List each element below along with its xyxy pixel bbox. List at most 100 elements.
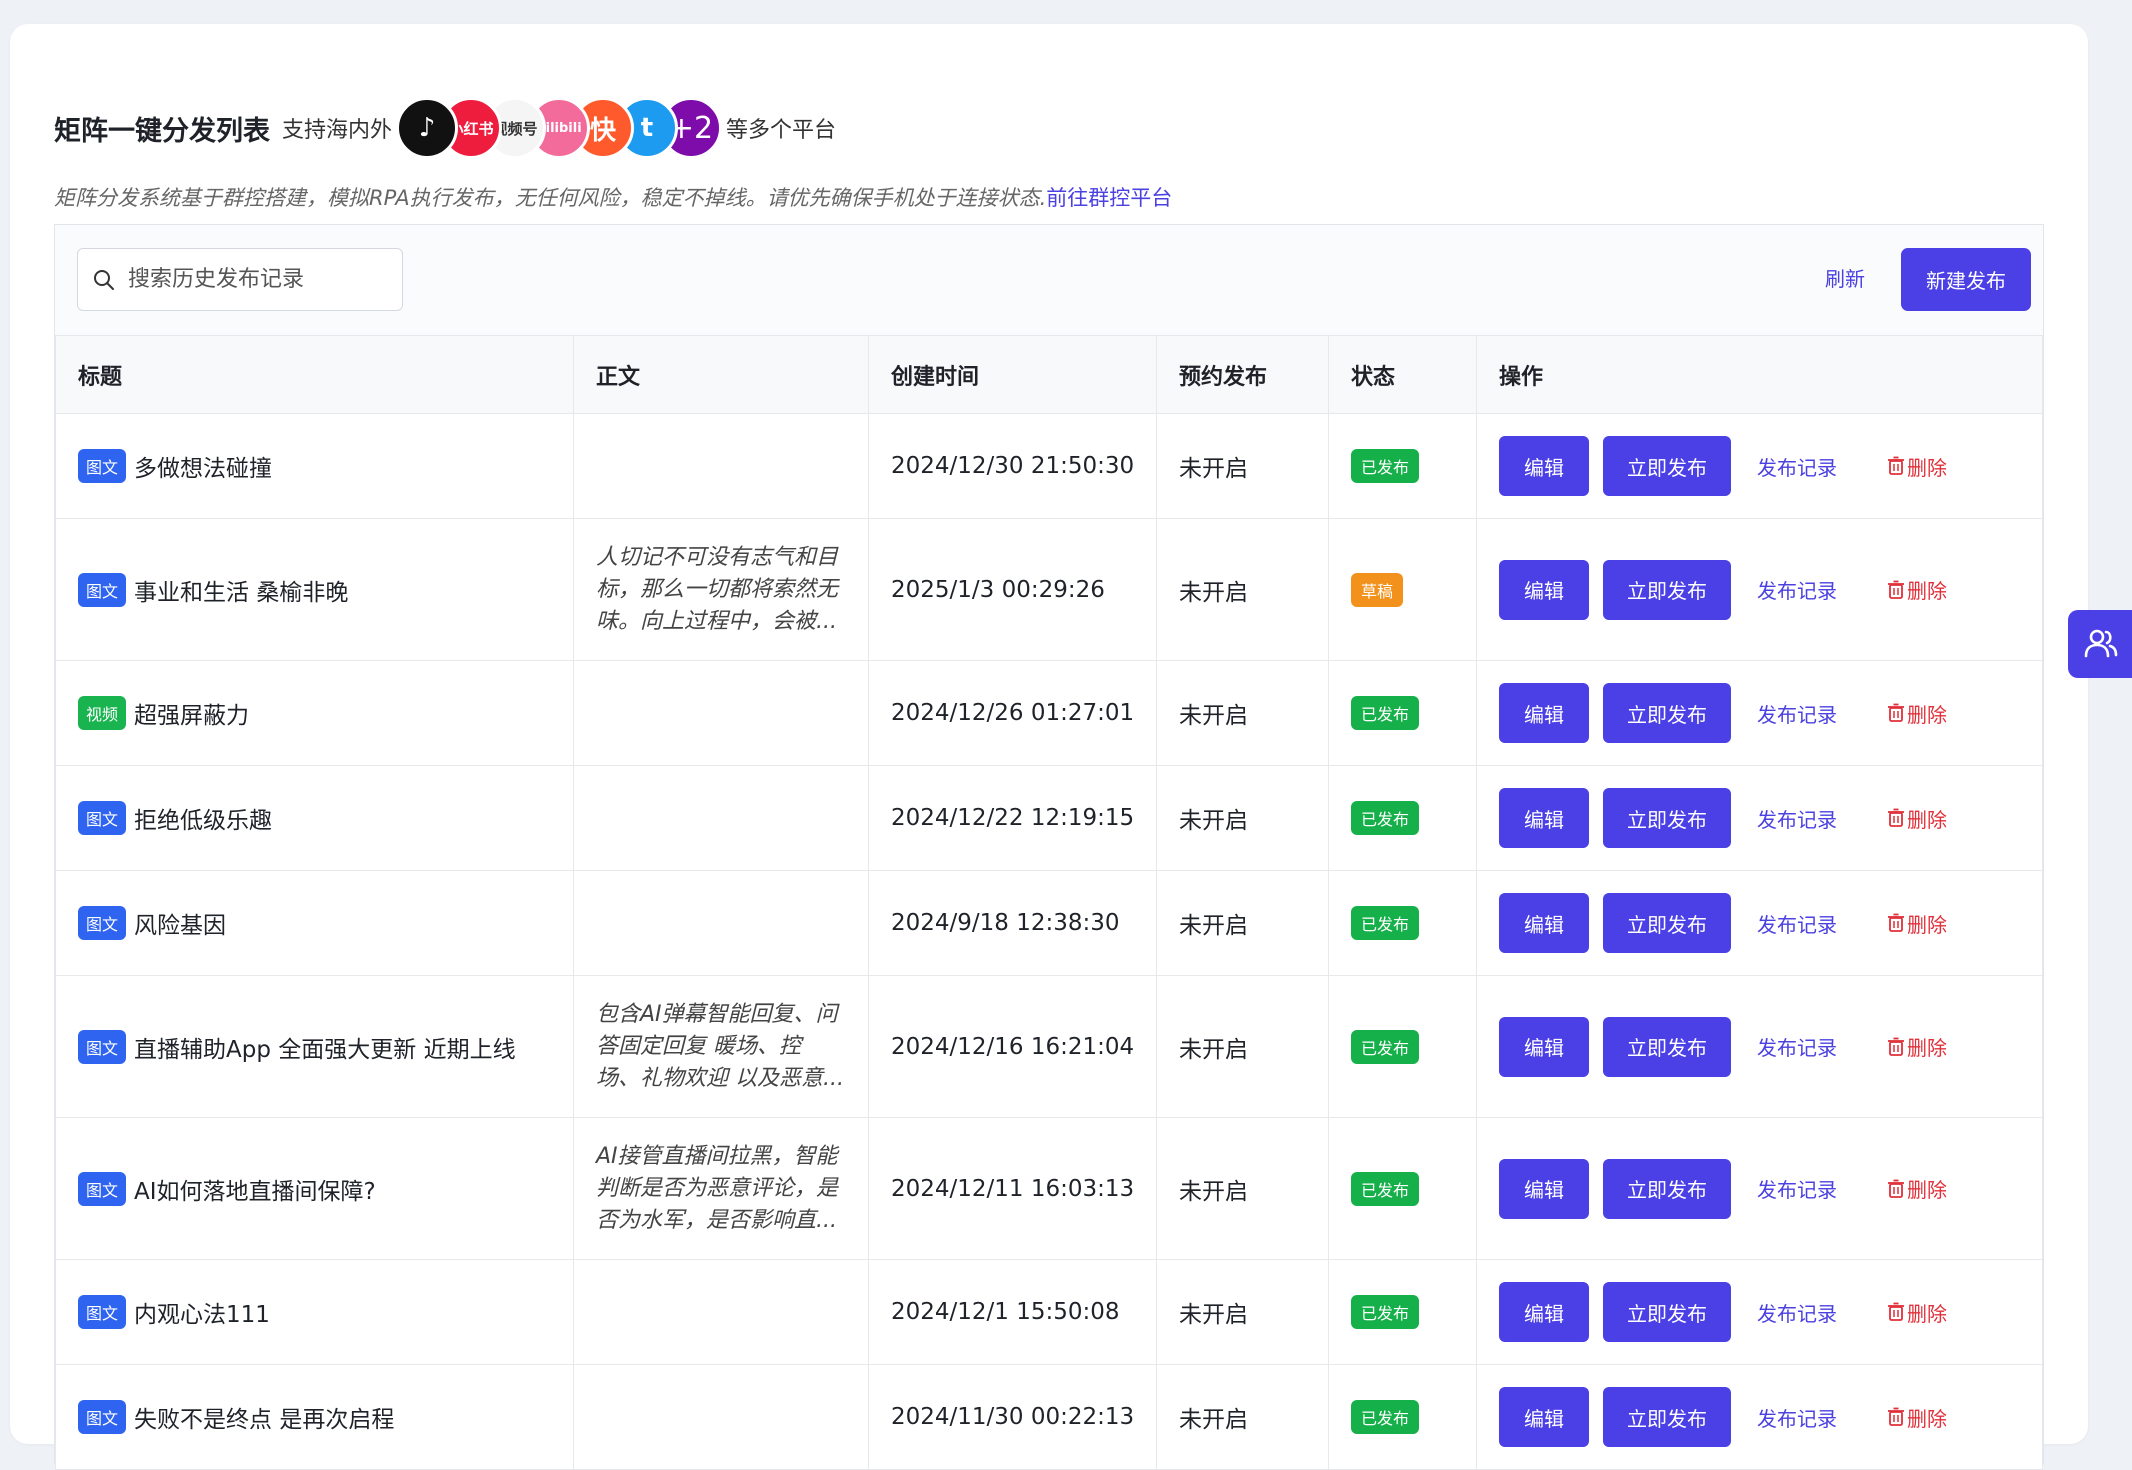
platform-label: 快 xyxy=(590,115,617,146)
title-cell: 图文 AI如何落地直播间保障? xyxy=(55,1117,574,1260)
actions-cell: 编辑 立即发布 发布记录 删除 xyxy=(1476,1117,2043,1260)
body-cell: 包含AI弹幕智能回复、问 答固定回复 暖场、控 场、礼物欢迎 以及恶意... xyxy=(573,975,869,1118)
publish-records-link[interactable]: 发布记录 xyxy=(1757,1403,1837,1432)
table-row: 图文 事业和生活 桑榆非晚 人切记不可没有志气和目 标，那么一切都将索然无 味。向上… xyxy=(55,518,2043,661)
column-header: 预约发布 xyxy=(1156,335,1329,414)
delete-link[interactable]: 删除 xyxy=(1887,1174,1947,1203)
publish-now-button[interactable]: 立即发布 xyxy=(1603,1158,1731,1219)
delete-label: 删除 xyxy=(1907,455,1947,480)
column-header: 标题 xyxy=(55,335,574,414)
edit-button[interactable]: 编辑 xyxy=(1499,436,1589,496)
delete-link[interactable]: 删除 xyxy=(1887,909,1947,938)
edit-button[interactable]: 编辑 xyxy=(1499,683,1589,743)
edit-button[interactable]: 编辑 xyxy=(1499,1282,1589,1342)
platform-icons: ♪ 小红书 视频号 bilibili 快 t +2 xyxy=(396,97,723,159)
title-cell: 图文 多做想法碰撞 xyxy=(55,413,574,519)
search-box[interactable] xyxy=(77,248,403,311)
content-type-badge: 图文 xyxy=(78,801,127,835)
edit-button[interactable]: 编辑 xyxy=(1499,788,1589,848)
body-cell xyxy=(573,1259,869,1365)
main-card: 矩阵一键分发列表 支持海内外 ♪ 小红书 视频号 bilibili 快 t +2 等多个平台… xyxy=(10,24,2088,1470)
row-actions: 编辑 立即发布 发布记录 删除 xyxy=(1499,788,2042,848)
publish-records-link[interactable]: 发布记录 xyxy=(1757,1298,1837,1327)
header-row: 矩阵一键分发列表 支持海内外 ♪ 小红书 视频号 bilibili 快 t +2 等多个平台 xyxy=(54,96,836,160)
row-actions: 编辑 立即发布 发布记录 删除 xyxy=(1499,1016,2042,1077)
status-badge: 草稿 xyxy=(1351,572,1404,607)
schedule-status: 未开启 xyxy=(1156,518,1329,661)
table-header-row: 标题 正文 创建时间 预约发布 状态 操作 xyxy=(55,335,2043,414)
status-cell: 已发布 xyxy=(1328,1259,1477,1365)
delete-link[interactable]: 删除 xyxy=(1887,1403,1947,1432)
publish-records-link[interactable]: 发布记录 xyxy=(1757,575,1837,604)
created-time: 2024/12/1 15:50:08 xyxy=(868,1259,1157,1365)
schedule-status: 未开启 xyxy=(1156,975,1329,1118)
delete-link[interactable]: 删除 xyxy=(1887,1032,1947,1061)
group-contacts-float-button[interactable] xyxy=(2068,610,2132,678)
platform-douyin-icon: ♪ xyxy=(396,97,459,159)
publish-now-button[interactable]: 立即发布 xyxy=(1603,788,1731,848)
title-cell: 图文 内观心法111 xyxy=(55,1259,574,1365)
schedule-status: 未开启 xyxy=(1156,660,1329,766)
search-input[interactable] xyxy=(128,267,378,292)
row-title: 直播辅助App 全面强大更新 近期上线 xyxy=(134,1036,516,1063)
notice: 矩阵分发系统基于群控搭建，模拟RPA执行发布，无任何风险，稳定不掉线。请优先确保… xyxy=(54,182,1172,212)
status-badge: 已发布 xyxy=(1351,696,1420,730)
content-type-badge: 图文 xyxy=(78,1171,127,1206)
delete-label: 删除 xyxy=(1907,702,1947,727)
publish-now-button[interactable]: 立即发布 xyxy=(1603,683,1731,743)
trash-icon xyxy=(1888,1179,1904,1198)
edit-button[interactable]: 编辑 xyxy=(1499,893,1589,953)
publish-now-button[interactable]: 立即发布 xyxy=(1603,1016,1731,1077)
delete-link[interactable]: 删除 xyxy=(1887,575,1947,604)
column-header: 操作 xyxy=(1476,335,2043,414)
publish-records-link[interactable]: 发布记录 xyxy=(1757,699,1837,728)
status-badge: 已发布 xyxy=(1351,801,1420,835)
title-cell: 图文 风险基因 xyxy=(55,870,574,976)
edit-button[interactable]: 编辑 xyxy=(1499,1158,1589,1219)
publish-now-button[interactable]: 立即发布 xyxy=(1603,559,1731,620)
publish-records-link[interactable]: 发布记录 xyxy=(1757,804,1837,833)
row-actions: 编辑 立即发布 发布记录 删除 xyxy=(1499,436,2042,496)
delete-link[interactable]: 删除 xyxy=(1887,1298,1947,1327)
edit-button[interactable]: 编辑 xyxy=(1499,559,1589,620)
delete-link[interactable]: 删除 xyxy=(1887,452,1947,481)
edit-button[interactable]: 编辑 xyxy=(1499,1387,1589,1447)
trash-icon xyxy=(1888,1037,1904,1056)
content-type-badge: 图文 xyxy=(78,572,127,607)
edit-button[interactable]: 编辑 xyxy=(1499,1016,1589,1077)
delete-link[interactable]: 删除 xyxy=(1887,804,1947,833)
status-badge: 已发布 xyxy=(1351,1029,1420,1064)
publish-now-button[interactable]: 立即发布 xyxy=(1603,436,1731,496)
body-cell xyxy=(573,870,869,976)
publish-now-button[interactable]: 立即发布 xyxy=(1603,1387,1731,1447)
platform-label: t xyxy=(640,113,654,143)
publish-records-link[interactable]: 发布记录 xyxy=(1757,909,1837,938)
delete-label: 删除 xyxy=(1907,1406,1947,1431)
row-title: 失败不是终点 是再次启程 xyxy=(134,1407,395,1433)
delete-link[interactable]: 删除 xyxy=(1887,699,1947,728)
users-icon xyxy=(2084,629,2118,658)
created-time: 2024/12/16 16:21:04 xyxy=(868,975,1157,1118)
actions-cell: 编辑 立即发布 发布记录 删除 xyxy=(1476,870,2043,976)
schedule-status: 未开启 xyxy=(1156,413,1329,519)
status-badge: 已发布 xyxy=(1351,1295,1420,1329)
page-title: 矩阵一键分发列表 xyxy=(54,115,270,147)
notice-text: 矩阵分发系统基于群控搭建，模拟RPA执行发布，无任何风险，稳定不掉线。请优先确保… xyxy=(54,186,1047,210)
publish-now-button[interactable]: 立即发布 xyxy=(1603,1282,1731,1342)
refresh-button[interactable]: 刷新 xyxy=(1825,263,1865,292)
content-type-badge: 图文 xyxy=(78,906,127,940)
trash-icon xyxy=(1888,580,1904,599)
publish-records-link[interactable]: 发布记录 xyxy=(1757,452,1837,481)
publish-records-link[interactable]: 发布记录 xyxy=(1757,1032,1837,1061)
created-time: 2025/1/3 00:29:26 xyxy=(868,518,1157,661)
publish-records-link[interactable]: 发布记录 xyxy=(1757,1174,1837,1203)
platform-label: ♪ xyxy=(418,113,436,143)
publish-now-button[interactable]: 立即发布 xyxy=(1603,893,1731,953)
status-cell: 已发布 xyxy=(1328,413,1477,519)
table-row: 图文 内观心法111 2024/12/1 15:50:08 未开启 已发布 编辑 立即发布发… xyxy=(55,1259,2043,1365)
new-publish-button[interactable]: 新建发布 xyxy=(1901,248,2031,311)
schedule-status: 未开启 xyxy=(1156,765,1329,871)
content-type-badge: 图文 xyxy=(78,1400,127,1434)
row-body: 包含AI弹幕智能回复、问 答固定回复 暖场、控 场、礼物欢迎 以及恶意... xyxy=(596,1001,844,1091)
group-control-link[interactable]: 前往群控平台 xyxy=(1046,186,1172,210)
